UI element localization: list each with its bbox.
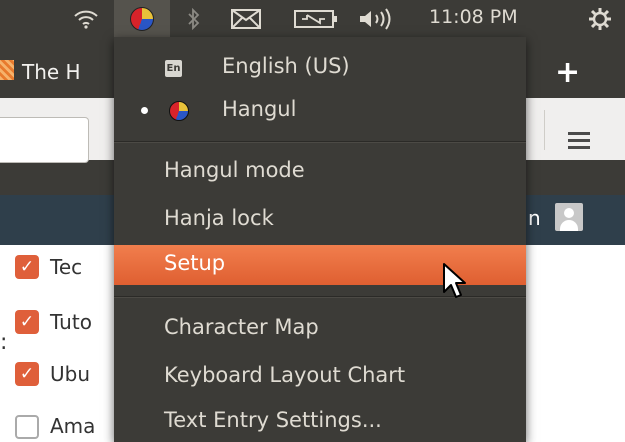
menu-item-english-us[interactable]: En English (US) [114, 48, 526, 88]
top-panel: 11:08 PM [0, 0, 625, 37]
address-bar-input[interactable] [0, 117, 89, 163]
english-layout-icon: En [165, 60, 182, 77]
mail-icon[interactable] [224, 0, 268, 37]
menu-item-label: English (US) [222, 54, 350, 78]
menu-item-label: Text Entry Settings... [164, 408, 382, 432]
menu-item-hangul[interactable]: Hangul [114, 91, 526, 131]
menu-item-character-map[interactable]: Character Map [114, 309, 526, 349]
battery-icon[interactable] [286, 0, 346, 37]
menu-separator [114, 141, 526, 143]
checkbox-4[interactable] [15, 415, 39, 439]
menu-item-label: Setup [164, 251, 226, 275]
menu-item-label: Character Map [164, 315, 319, 339]
user-avatar-icon[interactable] [555, 203, 583, 231]
checkbox-label: Ama [50, 414, 96, 438]
checkbox-1[interactable]: ✓ [15, 255, 39, 279]
selected-bullet-icon [141, 107, 148, 114]
clock[interactable]: 11:08 PM [429, 6, 518, 28]
menu-hamburger-icon[interactable] [568, 132, 590, 153]
wifi-icon[interactable] [62, 0, 110, 37]
menu-item-label: Keyboard Layout Chart [164, 363, 406, 387]
menu-item-label: Hanja lock [164, 206, 274, 230]
stray-text: : [0, 330, 8, 355]
toolbar-divider [544, 110, 545, 150]
keyboard-input-icon [130, 6, 154, 31]
new-tab-button[interactable]: + [555, 55, 580, 90]
checkbox-label: Tuto [50, 310, 92, 334]
mouse-cursor-icon [443, 263, 466, 298]
checkbox-2[interactable]: ✓ [15, 310, 39, 334]
menu-item-hanja-lock[interactable]: Hanja lock [114, 200, 526, 240]
bluetooth-icon[interactable] [176, 0, 212, 37]
menu-item-keyboard-layout-chart[interactable]: Keyboard Layout Chart [114, 357, 526, 397]
hangul-logo-icon [169, 101, 189, 121]
menu-item-hangul-mode[interactable]: Hangul mode [114, 152, 526, 192]
menu-item-label: Hangul mode [164, 158, 305, 182]
input-method-menu: En English (US) Hangul Hangul mode Hanja… [114, 37, 526, 442]
checkbox-label: Tec [50, 255, 83, 279]
menu-item-label: Hangul [222, 97, 297, 121]
checkbox-3[interactable]: ✓ [15, 362, 39, 386]
volume-icon[interactable] [348, 0, 408, 37]
tab-favicon-icon [0, 60, 14, 80]
keyboard-input-indicator[interactable] [114, 0, 170, 37]
menu-item-text-entry-settings[interactable]: Text Entry Settings... [114, 402, 526, 442]
tab-title[interactable]: The H [22, 60, 81, 84]
site-header-text: n [528, 206, 541, 230]
checkbox-label: Ubu [50, 362, 91, 386]
settings-gear-icon[interactable] [580, 0, 620, 37]
